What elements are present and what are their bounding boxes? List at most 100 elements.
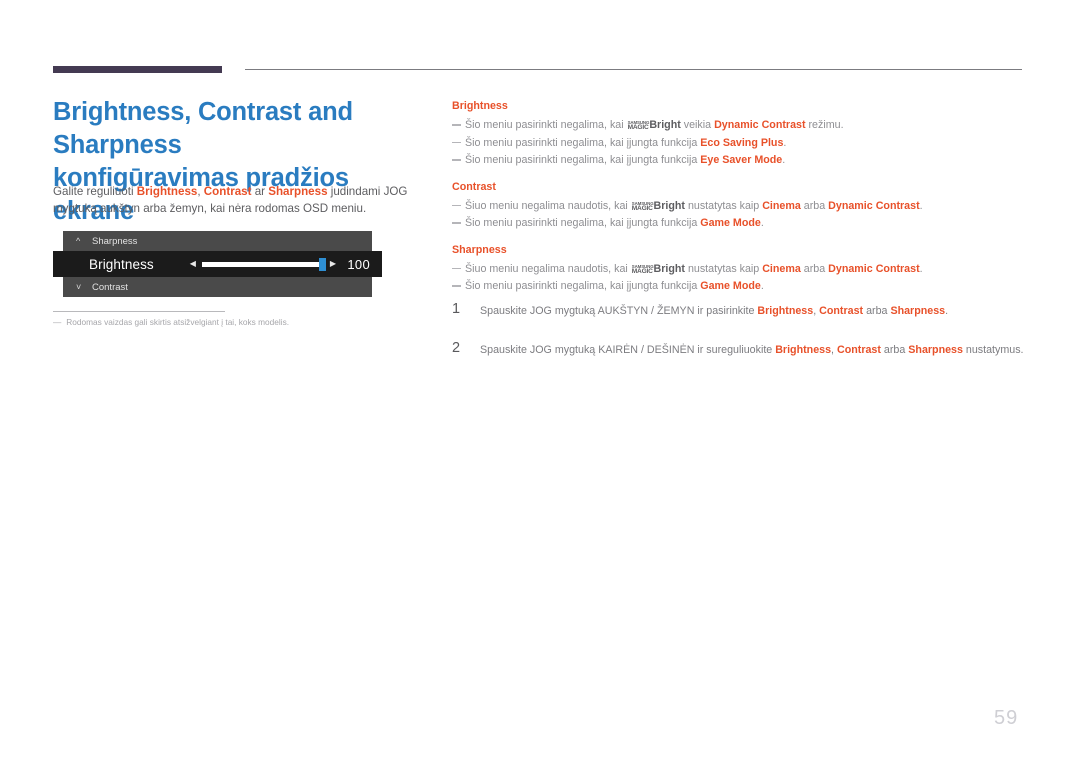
step-keyword-brightness: Brightness: [757, 305, 814, 317]
note-text-part: Šiuo meniu negalima naudotis, kai: [465, 199, 631, 212]
osd-row-sharpness-label: Sharpness: [92, 235, 138, 247]
note-keyword-dark: Bright: [653, 199, 685, 212]
note-keyword-red: Cinema: [762, 199, 801, 212]
step-text: Spauskite JOG mygtuką AUKŠTYN / ŽEMYN ir…: [480, 302, 1032, 320]
step-text-part: .: [945, 305, 949, 317]
chevron-down-icon: ˅: [76, 281, 82, 292]
step-keyword-contrast: Contrast: [836, 343, 881, 356]
osd-slider-track[interactable]: [201, 257, 326, 271]
note-dash-icon: [452, 222, 461, 224]
step-text-part: arba: [880, 343, 909, 356]
note-text-part: režimu.: [805, 118, 844, 131]
intro-text-3: ar: [251, 185, 269, 198]
osd-brightness-slider[interactable]: ◀ ▶ 100: [190, 257, 370, 272]
intro-text-1: Galite reguliuoti: [53, 185, 137, 198]
step-number: 2: [452, 339, 461, 356]
notes-group-heading: Brightness: [452, 100, 508, 112]
samsung-magic-logo-icon: SAMSUNG MAGIC: [631, 265, 654, 275]
note-text-part: Šio meniu pasirinkti negalima, kai įjung…: [465, 217, 701, 230]
note-text-part: .: [783, 136, 787, 149]
instruction-step: 1 Spauskite JOG mygtuką AUKŠTYN / ŽEMYN i…: [452, 301, 1032, 320]
footnote-text: Rodomas vaizdas gali skirtis atsižvelgia…: [66, 317, 290, 327]
note-text: Šio meniu pasirinkti negalima, kai SAMSU…: [465, 117, 1032, 134]
note-text-part: arba: [800, 199, 829, 212]
note-dash-icon: [452, 267, 461, 270]
osd-brightness-value: 100: [347, 256, 370, 272]
note-text-part: Šio meniu pasirinkti negalima, kai įjung…: [465, 280, 701, 293]
samsung-magic-logo-line-2: MAGIC: [631, 204, 653, 212]
footnote: ― Rodomas vaizdas gali skirtis atsižvelg…: [53, 317, 383, 329]
note-text-part: nustatytas kaip: [684, 199, 763, 212]
note-keyword-red: Dynamic Contrast: [714, 118, 806, 131]
arrow-right-icon[interactable]: ▶: [330, 260, 336, 268]
note-text-part: .: [919, 199, 923, 212]
note-text: Šiuo meniu negalima naudotis, kai SAMSUN…: [465, 261, 1032, 278]
step-keyword-contrast: Contrast: [819, 305, 864, 317]
notes-column: Brightness Šio meniu pasirinkti negalima,…: [452, 99, 1032, 296]
note-text-part: nustatytas kaip: [684, 262, 763, 275]
notes-group-heading: Contrast: [452, 180, 496, 193]
note-text: Šio meniu pasirinkti negalima, kai įjung…: [465, 215, 1032, 232]
instruction-step: 2 Spauskite JOG mygtuką KAIRĖN / DEŠINĖN …: [452, 339, 1032, 359]
osd-row-brightness-active[interactable]: Brightness ◀ ▶ 100: [53, 251, 382, 277]
note-text: Šiuo meniu negalima naudotis, kai SAMSUN…: [465, 198, 1032, 215]
note-text-part: arba: [800, 262, 829, 275]
intro-keyword-brightness: Brightness: [136, 185, 198, 198]
note-item: Šiuo meniu negalima naudotis, kai SAMSUN…: [452, 198, 1032, 215]
step-text-part: nustatymus.: [962, 343, 1024, 356]
note-text-part: Šio meniu pasirinkti negalima, kai įjung…: [465, 136, 701, 149]
osd-row-sharpness[interactable]: ^ Sharpness: [63, 231, 372, 251]
step-text-part: Spauskite JOG mygtuką KAIRĖN / DEŠINĖN i…: [480, 343, 776, 356]
note-text-part: .: [760, 280, 764, 293]
note-text-part: .: [919, 262, 923, 275]
intro-keyword-contrast: Contrast: [203, 185, 252, 198]
osd-row-brightness-label: Brightness: [89, 256, 154, 272]
note-keyword-dark: Bright: [653, 262, 685, 275]
note-keyword-dark: Bright: [649, 118, 681, 131]
osd-slider-knob[interactable]: [318, 257, 326, 271]
samsung-magic-logo-line-2: MAGIC: [627, 123, 649, 131]
note-item: Šio meniu pasirinkti negalima, kai SAMSU…: [452, 117, 1032, 134]
footnote-divider: [53, 311, 225, 312]
step-keyword-sharpness: Sharpness: [890, 305, 946, 317]
step-text: Spauskite JOG mygtuką KAIRĖN / DEŠINĖN i…: [480, 341, 1032, 359]
arrow-left-icon[interactable]: ◀: [190, 260, 196, 268]
note-item: Šiuo meniu negalima naudotis, kai SAMSUN…: [452, 261, 1032, 278]
note-keyword-red: Game Mode: [700, 280, 761, 293]
step-keyword-sharpness: Sharpness: [908, 343, 963, 356]
chevron-up-icon: ^: [76, 235, 81, 246]
note-keyword-red: Dynamic Contrast: [828, 262, 920, 275]
note-keyword-red: Eco Saving Plus: [700, 136, 784, 149]
note-text-part: Šio meniu pasirinkti negalima, kai įjung…: [465, 154, 701, 167]
samsung-magic-logo-line-2: MAGIC: [631, 267, 653, 275]
note-dash-icon: [452, 123, 461, 126]
note-text-part: .: [782, 154, 786, 167]
note-text-part: Šiuo meniu negalima naudotis, kai: [465, 262, 631, 275]
note-dash-icon: [452, 204, 461, 207]
note-dash-icon: [452, 285, 461, 288]
samsung-magic-logo-icon: SAMSUNG MAGIC: [627, 121, 650, 131]
note-keyword-red: Dynamic Contrast: [828, 199, 920, 212]
page-number: 59: [994, 707, 1019, 729]
note-item: Šio meniu pasirinkti negalima, kai įjung…: [452, 215, 1032, 232]
note-text-part: Šio meniu pasirinkti negalima, kai: [465, 118, 627, 131]
samsung-magic-logo-icon: SAMSUNG MAGIC: [631, 202, 654, 212]
note-text-part: veikia: [680, 118, 715, 131]
note-text: Šio meniu pasirinkti negalima, kai įjung…: [465, 278, 1032, 295]
note-item: Šio meniu pasirinkti negalima, kai įjung…: [452, 152, 1032, 169]
intro-keyword-sharpness: Sharpness: [268, 185, 328, 198]
page-title-line-1: Brightness, Contrast and Sharpness: [53, 98, 353, 160]
note-keyword-red: Cinema: [762, 262, 801, 275]
osd-row-contrast[interactable]: ˅ Contrast: [63, 277, 372, 297]
step-number: 1: [452, 301, 461, 317]
intro-paragraph: Galite reguliuoti Brightness, Contrast a…: [53, 183, 425, 218]
note-dash-icon: [452, 141, 461, 144]
header-rule-line: [245, 69, 1022, 70]
note-keyword-red: Game Mode: [700, 217, 761, 230]
note-keyword-red: Eye Saver Mode: [700, 154, 783, 167]
notes-group-heading: Sharpness: [452, 243, 507, 256]
step-text-part: arba: [863, 305, 891, 317]
note-text: Šio meniu pasirinkti negalima, kai įjung…: [465, 152, 1032, 169]
note-dash-icon: [452, 159, 461, 161]
step-text-part: Spauskite JOG mygtuką AUKŠTYN / ŽEMYN ir…: [480, 305, 758, 317]
